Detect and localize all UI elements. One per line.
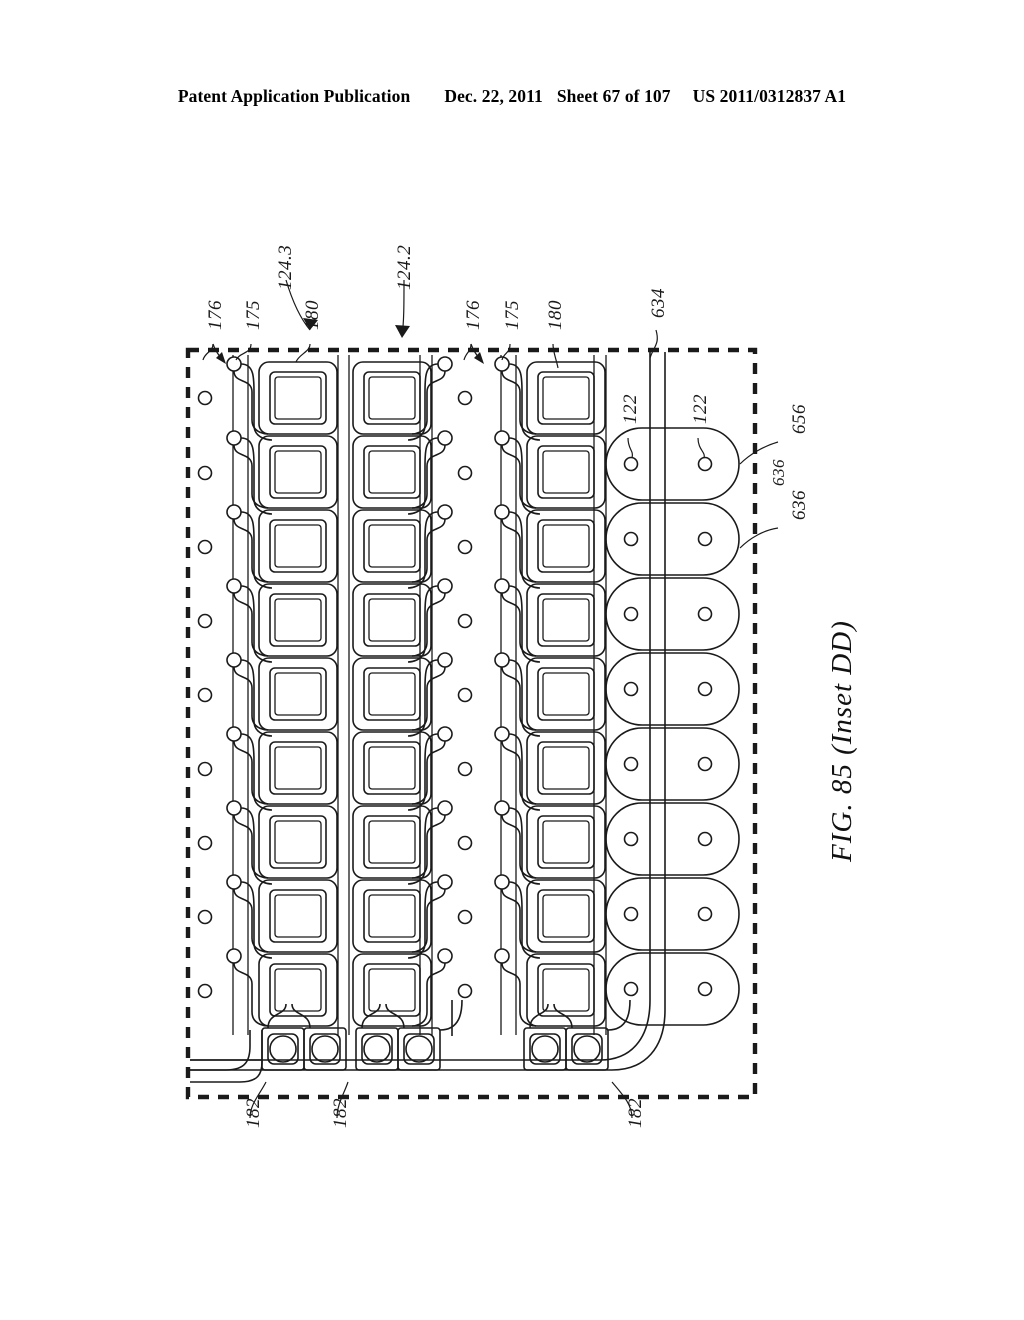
capsule-chamber [605,952,740,1026]
nozzle-cell [352,805,432,879]
nozzle-cell [258,583,338,657]
capsule-chamber [605,502,740,576]
bottom-connector-group-1 [261,1027,347,1071]
nozzle-cell [258,509,338,583]
serpentine-traces-left-1 [226,356,273,1027]
ref-636-a: 636 [789,490,810,520]
nozzle-cell [258,879,338,953]
nozzle-cell [526,435,606,509]
bottom-connector-group-2 [355,1027,441,1071]
figure-svg: .ln { fill:none; stroke:#1a1a1a; stroke-… [185,279,779,1119]
nozzle-cell [526,879,606,953]
nozzle-cell [526,361,606,435]
ref-122-a: 122 [620,394,641,424]
ref-182-b: 182 [330,1098,351,1128]
nozzle-cell [258,805,338,879]
ref-180-right: 180 [545,300,566,330]
capsule-chamber [605,727,740,801]
ref-636-b: 636 [769,459,788,486]
ref-124-2: 124.2 [394,244,415,290]
bottom-bus-lines [190,1030,263,1083]
nozzle-cell [526,731,606,805]
nozzle-cell [352,435,432,509]
edge-hole-column-middle [457,390,473,999]
figure-drawing: .ln { fill:none; stroke:#1a1a1a; stroke-… [0,0,1024,1320]
nozzle-cell [352,361,432,435]
nozzle-cell [258,361,338,435]
nozzle-cell [352,879,432,953]
nozzle-cell [258,953,338,1027]
capsule-chamber [605,577,740,651]
nozzle-cell [526,509,606,583]
ref-124-3: 124.3 [275,244,296,290]
nozzle-cell [526,583,606,657]
capsule-chamber [605,877,740,951]
nozzle-cell [352,731,432,805]
ref-176-left: 176 [205,300,226,330]
nozzle-cell [258,657,338,731]
capsule-chamber [605,802,740,876]
figure-caption: FIG. 85 (Inset DD) [826,620,858,862]
nozzle-cell [526,805,606,879]
serpentine-traces-left-3 [494,356,541,1027]
cell-column-group-3 [494,355,607,1035]
nozzle-cell [352,657,432,731]
nozzle-cell [352,953,432,1027]
ref-175-left: 175 [243,300,264,330]
ref-634: 634 [648,288,669,318]
nozzle-cell [526,657,606,731]
ref-175-right: 175 [502,300,523,330]
capsule-chamber [605,652,740,726]
cell-column-c [526,361,606,1027]
ref-180-left: 180 [302,300,323,330]
nozzle-cell [258,731,338,805]
cell-column-group-1 [226,355,453,1036]
ref-122-b: 122 [690,394,711,424]
inset-boundary [185,347,758,1100]
ref-176-right: 176 [463,300,484,330]
patent-page: Patent Application Publication Dec. 22, 2… [0,0,1024,1320]
ref-656: 656 [789,404,810,434]
nozzle-cell [258,435,338,509]
capsule-chamber-group [605,427,740,1026]
nozzle-cell [352,583,432,657]
ref-182-a: 182 [243,1098,264,1128]
cell-column-b [352,361,432,1027]
ref-182-c: 182 [625,1098,646,1128]
cell-column-a [258,361,338,1027]
capsule-chamber [605,427,740,501]
nozzle-cell [352,509,432,583]
edge-hole-column-left [197,390,213,999]
bottom-connector-group-3 [523,1027,609,1071]
